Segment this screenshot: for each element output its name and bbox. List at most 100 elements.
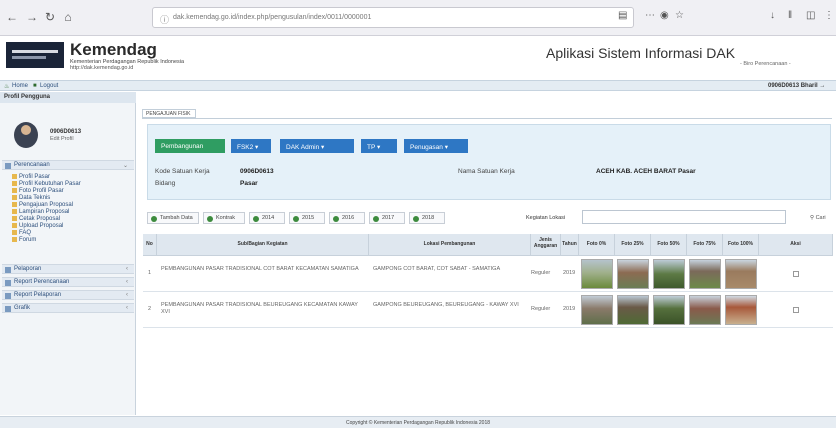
year-2016-button[interactable]: 2016 [329,212,365,224]
pembangunan-button[interactable]: Pembangunan [155,139,225,153]
edit-profile-link[interactable]: Edit Profil [50,136,74,142]
url-text: dak.kemendag.go.id/index.php/pengusulan/… [173,14,372,21]
avatar [14,122,38,148]
col-tahun: Tahun [561,234,579,256]
photo-100[interactable] [725,259,757,289]
tambah-data-button[interactable]: Tambah Data [147,212,199,224]
photo-75[interactable] [689,295,721,325]
kontrak-button[interactable]: Kontrak [203,212,245,224]
sidebar-section-grafik[interactable]: Grafik ‹ [2,303,134,313]
reload-icon[interactable]: ↻ [42,9,58,25]
row-tahun: 2019 [563,270,576,276]
col-kegiatan: Sub/Bagian Kegiatan [157,234,369,256]
logout-icon[interactable]: ■ [33,83,37,89]
sidebar-section-report-perencanaan[interactable]: Report Perencanaan ‹ [2,277,134,287]
row-tahun: 2019 [563,306,576,312]
col-jenis: Jenis Anggaran [531,234,561,256]
year-2015-button[interactable]: 2015 [289,212,325,224]
col-foto-25: Foto 25% [615,234,651,256]
col-foto-0: Foto 0% [579,234,615,256]
photo-100[interactable] [725,295,757,325]
app-title: Aplikasi Sistem Informasi DAK [546,45,736,61]
brand-url: http://dak.kemendag.go.id [70,65,134,71]
dak-admin-button[interactable]: DAK Admin ▾ [280,139,354,153]
fsk2-button[interactable]: FSK2 ▾ [231,139,271,153]
year-2017-button[interactable]: 2017 [369,212,405,224]
penugasan-button[interactable]: Penugasan ▾ [404,139,468,153]
row-kegiatan: PEMBANGUNAN PASAR TRADISIONAL BEUREUGANG… [161,302,358,315]
search-input[interactable] [582,210,786,224]
col-no: No [143,234,157,256]
library-icon[interactable]: ‖ [788,10,792,21]
year-2018-button[interactable]: 2018 [409,212,445,224]
home-link[interactable]: Home [12,83,28,89]
bidang-value: Pasar [240,180,258,187]
kode-value: 0906D0613 [240,168,274,175]
search-label: Kegiatan Lokasi [526,215,566,221]
nama-label: Nama Satuan Kerja [458,168,515,175]
sidebar-item-profil-pasar[interactable]: Profil Pasar [12,174,50,180]
bookmark-star-icon[interactable]: ☆ [675,10,684,21]
sidebar-section-perencanaan[interactable]: Perencanaan ⌄ [2,160,134,170]
photo-25[interactable] [617,259,649,289]
col-lokasi: Lokasi Pembangunan [369,234,531,256]
sidebar-item-foto-profil[interactable]: Foto Profil Pasar [12,188,64,194]
row-no: 1 [148,270,152,276]
col-foto-100: Foto 100% [723,234,759,256]
tp-button[interactable]: TP ▾ [361,139,397,153]
kode-label: Kode Satuan Kerja [155,168,210,175]
sidebar-item-upload[interactable]: Upload Proposal [12,223,63,229]
footer: Copyright © Kementerian Perdagangan Repu… [0,416,836,428]
search-button[interactable]: ⚲ Cari [810,215,826,221]
user-menu[interactable]: 0906D0613 Bharil → [768,83,825,89]
top-nav: ♨ Home ■ Logout 0906D0613 Bharil → [0,80,836,91]
sidebar-section-report-pelaporan[interactable]: Report Pelaporan ‹ [2,290,134,300]
search-icon: ⚲ [810,215,815,221]
bidang-label: Bidang [155,180,176,187]
home-nav-icon[interactable]: ♨ [4,83,9,90]
sidebar-item-pengajuan[interactable]: Pengajuan Proposal [12,202,73,208]
sidebar-item-lampiran[interactable]: Lampiran Proposal [12,209,69,215]
photo-75[interactable] [689,259,721,289]
row-no: 2 [148,306,152,312]
home-icon[interactable]: ⌂ [60,9,76,25]
tab-divider [142,118,832,119]
info-icon: ⓘ [160,15,170,25]
photo-25[interactable] [617,295,649,325]
row-jenis: Reguler [531,270,551,276]
sidebar-icon[interactable]: ◫ [806,10,815,21]
pocket-icon[interactable]: ◉ [660,10,669,21]
overflow-icon[interactable]: ⋮ [824,10,834,21]
col-foto-50: Foto 50% [651,234,687,256]
sidebar-item-cetak[interactable]: Cetak Proposal [12,216,60,222]
year-2014-button[interactable]: 2014 [249,212,285,224]
row-action-checkbox[interactable] [793,307,799,313]
row-jenis: Reguler [531,306,551,312]
back-icon[interactable]: ← [4,9,20,25]
sidebar-item-data-teknis[interactable]: Data Teknis [12,195,50,201]
forward-icon[interactable]: → [24,9,40,25]
row-lokasi: GAMPONG BEUREUGANG, BEUREUGANG - KAWAY X… [373,302,519,308]
user-id: 0906D0613 [50,129,82,135]
download-icon[interactable]: ↓ [770,10,775,21]
photo-50[interactable] [653,295,685,325]
photo-0[interactable] [581,295,613,325]
photo-50[interactable] [653,259,685,289]
data-table: No Sub/Bagian Kegiatan Lokasi Pembanguna… [143,234,833,334]
menu-dots-icon[interactable]: ⋯ [645,10,655,21]
sidebar-item-faq[interactable]: FAQ [12,230,31,236]
kemendag-logo [6,42,64,68]
col-aksi: Aksi [759,234,833,256]
app-subtitle: - Biro Perencanaan - [740,61,791,67]
tab-pengajuan-fisik[interactable]: PENGAJUAN FISIK [142,109,196,118]
photo-0[interactable] [581,259,613,289]
logout-link[interactable]: Logout [40,83,58,89]
address-bar[interactable]: ⓘ dak.kemendag.go.id/index.php/pengusula… [152,7,634,28]
nama-value: ACEH KAB. ACEH BARAT Pasar [596,168,696,175]
reader-icon[interactable]: ▤ [618,10,627,21]
sidebar-item-forum[interactable]: Forum [12,237,36,243]
sidebar-item-profil-kebutuhan[interactable]: Profil Kebutuhan Pasar [12,181,81,187]
row-action-checkbox[interactable] [793,271,799,277]
row-lokasi: GAMPONG COT BARAT, COT SABAT - SAMATIGA [373,266,501,272]
sidebar-section-pelaporan[interactable]: Pelaporan ‹ [2,264,134,274]
